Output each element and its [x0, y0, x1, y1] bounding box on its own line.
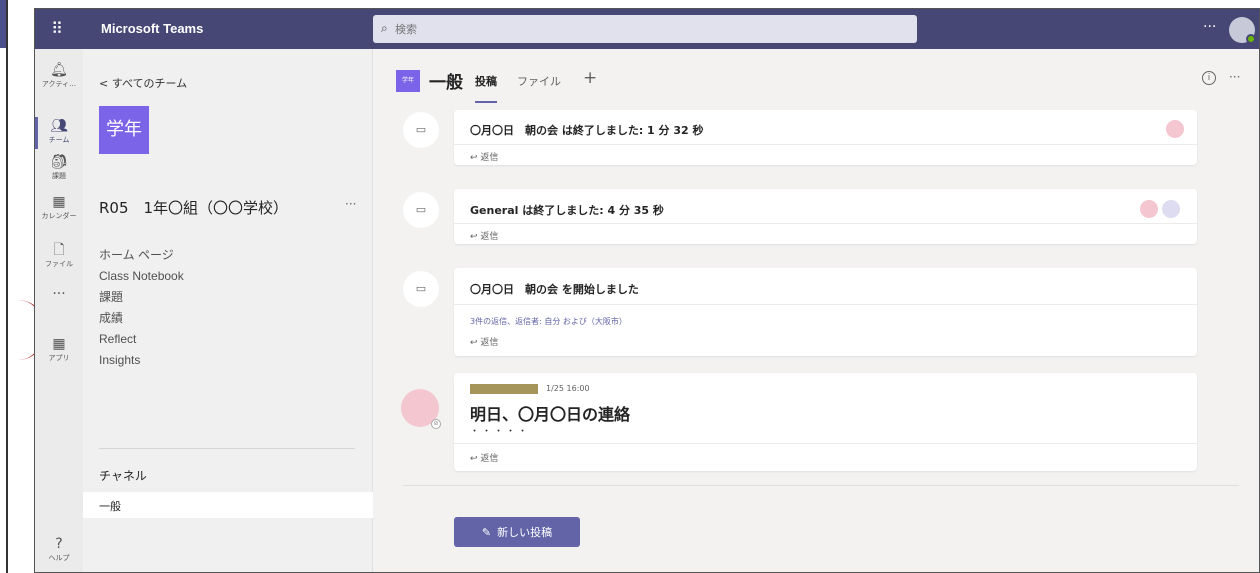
- rail-label: 課題: [52, 172, 66, 180]
- meeting-icon: ▭: [403, 192, 439, 228]
- channel-main: 学年 一般 投稿 ファイル + i ··· ▭ 〇月〇日 朝の会 は終了しました…: [373, 49, 1259, 572]
- help-icon: ?: [55, 536, 63, 552]
- rail-item-apps[interactable]: ▦ アプリ: [35, 331, 83, 371]
- post-timestamp: 1/25 16:00: [546, 384, 590, 393]
- rail-label: アクティ…: [41, 80, 77, 88]
- team-nav: ホーム ページ Class Notebook 課題 成績 Reflect Ins…: [99, 245, 184, 371]
- message-title: 〇月〇日 朝の会 を開始しました: [470, 283, 639, 296]
- new-post-button[interactable]: ✎ 新しい投稿: [454, 517, 580, 547]
- message-card[interactable]: 〇月〇日 朝の会 は終了しました: 1 分 32 秒 ↩ 返信: [454, 110, 1197, 165]
- channel-header: 学年 一般 投稿 ファイル + i ···: [373, 49, 1259, 107]
- team-nav-class-notebook[interactable]: Class Notebook: [99, 266, 184, 287]
- message-card[interactable]: 〇月〇日 朝の会 を開始しました 3件の返信、返信者: 自分 および（大阪市） …: [454, 268, 1197, 356]
- reply-divider: [454, 304, 1197, 305]
- panel-divider: [99, 448, 355, 449]
- left-margin: [0, 0, 46, 573]
- compose-separator: [403, 485, 1239, 486]
- message-card[interactable]: General は終了しました: 4 分 35 秒 ↩ 返信: [454, 189, 1197, 244]
- search-icon: ⌕: [381, 21, 388, 35]
- reply-button[interactable]: ↩ 返信: [470, 335, 498, 348]
- reply-divider: [454, 223, 1197, 224]
- rail-item-assignments[interactable]: 🎒︎ 課題: [35, 149, 83, 189]
- participant-avatar: [1140, 200, 1158, 218]
- post-title: 明日、〇月〇日の連絡: [470, 405, 631, 424]
- file-icon: 🗋: [53, 242, 65, 258]
- team-nav-grades[interactable]: 成績: [99, 308, 184, 329]
- message-title: General は終了しました: 4 分 35 秒: [470, 204, 664, 217]
- all-teams-link[interactable]: < すべてのチーム: [99, 75, 187, 91]
- presence-offline-icon: ⊘: [431, 419, 441, 429]
- team-nav-home[interactable]: ホーム ページ: [99, 245, 184, 266]
- bell-icon: 🔔︎: [50, 62, 68, 78]
- rail-label: チーム: [48, 136, 70, 144]
- participant-avatar: [1162, 200, 1180, 218]
- team-name: R05 1年〇組（〇〇学校）: [99, 199, 289, 217]
- add-tab-button[interactable]: +: [583, 68, 597, 88]
- rail-label: アプリ: [48, 354, 70, 362]
- apps-icon: ▦: [52, 336, 66, 352]
- left-border-line: [6, 0, 8, 573]
- channel-more-icon[interactable]: ···: [1229, 70, 1240, 84]
- rail-item-calendar[interactable]: ▦ カレンダー: [35, 189, 83, 229]
- channel-label: 一般: [99, 500, 121, 513]
- post-body: ・・・・・: [470, 427, 531, 437]
- more-icon: ···: [52, 286, 66, 302]
- calendar-icon: ▦: [52, 194, 66, 210]
- team-panel: < すべてのチーム 学年 R05 1年〇組（〇〇学校） ··· ホーム ページ …: [49, 49, 373, 572]
- channel-team-tile: 学年: [396, 70, 420, 92]
- channel-title: 一般: [429, 73, 463, 93]
- assignments-icon: 🎒︎: [50, 154, 68, 170]
- rail-item-more[interactable]: ···: [35, 281, 83, 321]
- compose-icon: ✎: [481, 526, 492, 539]
- meeting-icon: ▭: [403, 112, 439, 148]
- screenshot-frame: ⠿ Microsoft Teams ⌕ ··· 🔔︎ アクティ… 👥︎ チーム …: [0, 0, 1260, 573]
- message-title: 〇月〇日 朝の会 は終了しました: 1 分 32 秒: [470, 124, 704, 137]
- tab-posts[interactable]: 投稿: [475, 73, 497, 103]
- channels-header: チャネル: [99, 469, 147, 483]
- reply-button[interactable]: ↩ 返信: [470, 451, 498, 464]
- presence-available-icon: [1246, 34, 1256, 44]
- reply-button[interactable]: ↩ 返信: [470, 150, 498, 163]
- team-more-icon[interactable]: ···: [345, 197, 356, 211]
- rail-label: カレンダー: [41, 212, 77, 220]
- teams-icon: 👥︎: [50, 118, 68, 134]
- rail-item-files[interactable]: 🗋 ファイル: [35, 237, 83, 277]
- more-options-icon[interactable]: ···: [1203, 19, 1216, 35]
- tab-files[interactable]: ファイル: [517, 73, 561, 89]
- author-avatar[interactable]: ⊘: [401, 389, 441, 429]
- rail-item-activity[interactable]: 🔔︎ アクティ…: [35, 57, 83, 97]
- reply-divider: [454, 443, 1197, 444]
- rail-label: ファイル: [45, 260, 73, 268]
- team-nav-reflect[interactable]: Reflect: [99, 329, 184, 350]
- channel-item-general[interactable]: 一般: [83, 492, 373, 518]
- reply-button[interactable]: ↩ 返信: [470, 229, 498, 242]
- title-bar: ⠿ Microsoft Teams ⌕ ···: [35, 9, 1259, 49]
- user-avatar[interactable]: [1229, 17, 1256, 44]
- app-launcher-icon[interactable]: ⠿: [47, 19, 67, 39]
- post-card[interactable]: 1/25 16:00 明日、〇月〇日の連絡 ・・・・・ ↩ 返信: [454, 373, 1197, 471]
- meeting-icon: ▭: [403, 271, 439, 307]
- rail-label: ヘルプ: [48, 554, 70, 562]
- new-post-label: 新しい投稿: [497, 526, 553, 539]
- info-icon[interactable]: i: [1202, 71, 1216, 85]
- team-nav-insights[interactable]: Insights: [99, 350, 184, 371]
- team-nav-assignments[interactable]: 課題: [99, 287, 184, 308]
- rail-item-teams[interactable]: 👥︎ チーム: [35, 113, 83, 153]
- app-title: Microsoft Teams: [101, 21, 204, 36]
- search-input[interactable]: [395, 20, 695, 38]
- search-box[interactable]: ⌕: [373, 15, 917, 43]
- teams-window: ⠿ Microsoft Teams ⌕ ··· 🔔︎ アクティ… 👥︎ チーム …: [34, 8, 1260, 573]
- replies-summary-link[interactable]: 3件の返信、返信者: 自分 および（大阪市）: [470, 316, 627, 327]
- participant-avatar: [1166, 120, 1184, 138]
- redacted-author-name: [470, 384, 538, 394]
- reply-divider: [454, 144, 1197, 145]
- team-avatar: 学年: [99, 106, 149, 154]
- app-bar: 🔔︎ アクティ… 👥︎ チーム 🎒︎ 課題 ▦ カレンダー 🗋 ファイル ···: [35, 49, 83, 572]
- rail-item-help[interactable]: ? ヘルプ: [35, 531, 83, 571]
